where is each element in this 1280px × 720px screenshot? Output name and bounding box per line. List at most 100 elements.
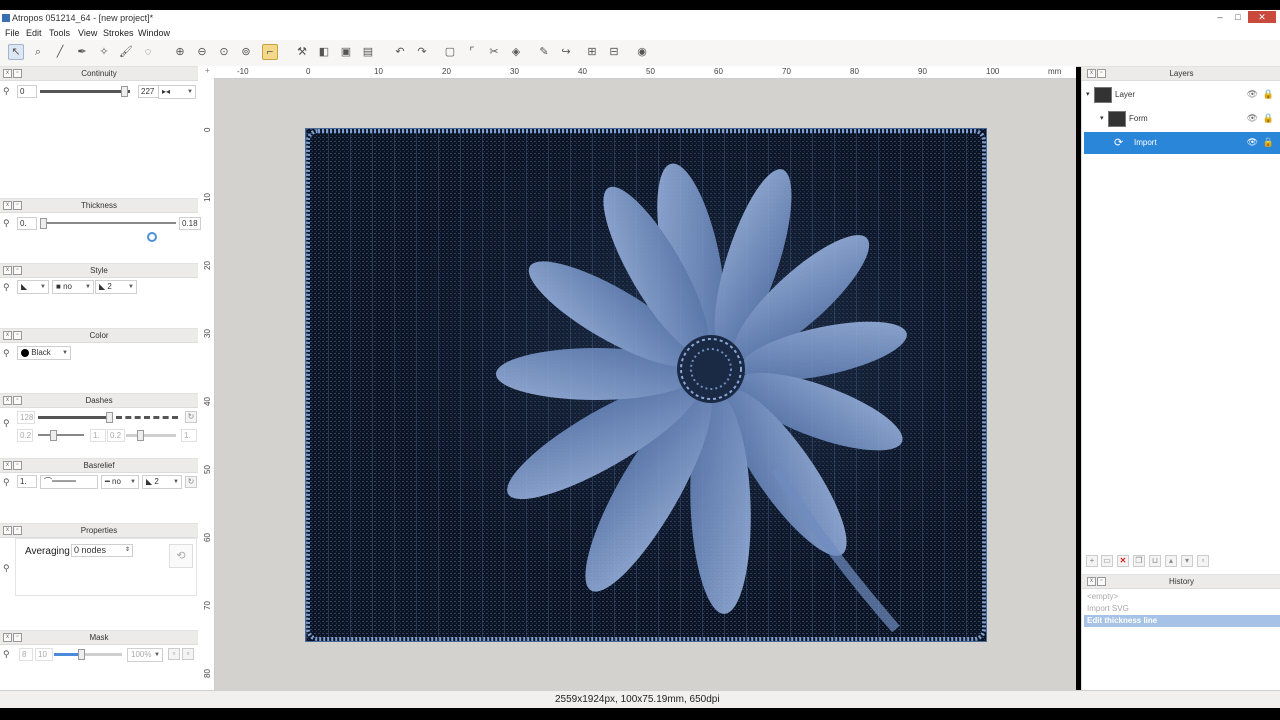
line-icon[interactable]: ╱ (52, 44, 68, 60)
layer-row-import[interactable]: ⟳ Import 👁 🔒 (1084, 132, 1280, 154)
zoom-out-icon[interactable]: ⊖ (194, 44, 210, 60)
stamp-icon[interactable]: ⚒ (294, 44, 310, 60)
lock-icon[interactable]: 🔒 (1263, 113, 1274, 124)
dashes-slider-1[interactable] (38, 434, 84, 436)
menu-window[interactable]: Window (138, 28, 170, 38)
globe-icon[interactable]: ◉ (634, 44, 650, 60)
duplicate-layer-icon[interactable]: ❐ (1133, 555, 1145, 567)
new-layer-icon[interactable]: + (1086, 555, 1098, 567)
eye-icon[interactable]: 👁 (1247, 89, 1258, 100)
dashes-v1-field[interactable]: 0.2 (17, 429, 33, 442)
history-item[interactable]: Import SVG (1084, 603, 1280, 615)
continuity-knob[interactable] (121, 86, 128, 97)
pencil-edit-icon[interactable]: ✎ (536, 44, 552, 60)
reset-icon[interactable]: ↻ (185, 411, 197, 423)
menu-tools[interactable]: Tools (49, 28, 70, 38)
thickness-min-field[interactable]: 0. (17, 217, 37, 230)
dashes-v4-field[interactable]: 1. (181, 429, 197, 442)
lasso-icon[interactable]: ◌ (140, 44, 156, 60)
pin-icon[interactable]: ⚲ (3, 563, 11, 573)
expand-arrow-icon[interactable]: ▾ (1100, 114, 1104, 122)
pen-icon[interactable]: ✒ (74, 44, 90, 60)
corner-icon[interactable]: ⌜ (464, 44, 480, 60)
style-cap-dropdown[interactable]: ■ no ▼ (52, 280, 94, 294)
eye-icon[interactable]: 👁 (1247, 113, 1258, 124)
close-button[interactable]: ✕ (1248, 11, 1276, 23)
arrow-icon[interactable]: ↪ (558, 44, 574, 60)
eraser-icon[interactable]: ◈ (508, 44, 524, 60)
averaging-spinbox[interactable]: 0 nodes ⇕ (71, 544, 133, 557)
grid-b-icon[interactable]: ⊟ (606, 44, 622, 60)
dashes-knob[interactable] (106, 412, 113, 423)
menu-edit[interactable]: Edit (26, 28, 42, 38)
mask-knob[interactable] (78, 649, 85, 660)
dashes-knob-2[interactable] (137, 430, 144, 441)
redo-icon[interactable]: ↷ (414, 44, 430, 60)
mask-v1-field[interactable]: 8 (19, 648, 33, 661)
expand-arrow-icon[interactable]: ▾ (1086, 90, 1090, 98)
pin-icon[interactable]: ⚲ (3, 218, 11, 228)
maximize-button[interactable]: □ (1230, 11, 1246, 23)
layer-row-layer[interactable]: ▾ Layer 👁 🔒 (1084, 84, 1280, 106)
pin-icon[interactable]: ⚲ (3, 477, 11, 487)
magnifier-icon[interactable]: ⌕ (30, 44, 46, 60)
menu-view[interactable]: View (78, 28, 97, 38)
continuity-slider[interactable] (40, 90, 130, 93)
history-item[interactable]: <empty> (1084, 591, 1280, 603)
zoom-in-icon[interactable]: ⊕ (172, 44, 188, 60)
scissors-icon[interactable]: ✂ (486, 44, 502, 60)
continuity-max-field[interactable]: 227 (138, 85, 160, 98)
continuity-mode-dropdown[interactable]: ▸◂ ▼ (158, 85, 196, 99)
dashes-knob-1[interactable] (50, 430, 57, 441)
dashes-v2-field[interactable]: 1. (90, 429, 106, 442)
history-item[interactable]: Edit thickness line (1084, 615, 1280, 627)
mask-option-2-icon[interactable]: ▫ (182, 648, 194, 660)
save-icon[interactable]: ▣ (338, 44, 354, 60)
bracket-tool-icon[interactable]: ⌐ (262, 44, 278, 60)
save-as-icon[interactable]: ▤ (360, 44, 376, 60)
move-down-icon[interactable]: ▾ (1181, 555, 1193, 567)
thickness-knob[interactable] (40, 218, 47, 229)
lock-icon[interactable]: 🔒 (1263, 137, 1274, 148)
pin-icon[interactable]: ⚲ (3, 348, 11, 358)
undo-icon[interactable]: ↶ (392, 44, 408, 60)
pointer-icon[interactable]: ↖ (8, 44, 24, 60)
thickness-slider[interactable] (40, 222, 176, 224)
dashes-slider-2[interactable] (126, 434, 176, 437)
mask-slider[interactable] (82, 653, 122, 656)
bucket-icon[interactable]: ◧ (316, 44, 332, 60)
pin-icon[interactable]: ⚲ (3, 282, 11, 292)
style-end-dropdown[interactable]: ◣ ▼ (17, 280, 49, 294)
baserelief-profile-dropdown[interactable]: ⌒━━━ (40, 475, 98, 489)
baserelief-join-dropdown[interactable]: ◣ 2 ▼ (142, 475, 182, 489)
layer-extra-icon[interactable]: ▫ (1197, 555, 1209, 567)
move-up-icon[interactable]: ▴ (1165, 555, 1177, 567)
thickness-max-field[interactable]: 0.18 (179, 217, 201, 230)
mask-percent-dropdown[interactable]: 100% ▼ (127, 648, 163, 662)
dashes-v3-field[interactable]: 0.2 (107, 429, 125, 442)
lock-icon[interactable]: 🔒 (1263, 89, 1274, 100)
pin-icon[interactable]: ⚲ (3, 418, 11, 428)
delete-layer-icon[interactable]: ✕ (1117, 555, 1129, 567)
zoom-fit-icon[interactable]: ⊙ (216, 44, 232, 60)
pin-icon[interactable]: ⚲ (3, 649, 11, 659)
wand-icon[interactable]: ✧ (96, 44, 112, 60)
eye-icon[interactable]: 👁 (1247, 137, 1258, 148)
layer-row-form[interactable]: ▾ Form 👁 🔒 (1084, 108, 1280, 130)
apply-icon[interactable]: ⟲ (169, 544, 193, 568)
baserelief-mode-dropdown[interactable]: ━ no ▼ (101, 475, 139, 489)
color-dropdown[interactable]: Black ▼ (17, 346, 71, 360)
brush-icon[interactable]: 🖌 (118, 44, 134, 60)
style-join-dropdown[interactable]: ◣ 2 ▼ (95, 280, 137, 294)
zoom-actual-icon[interactable]: ⊚ (238, 44, 254, 60)
engraved-flower-image[interactable] (305, 128, 987, 642)
doc-icon[interactable]: ▢ (442, 44, 458, 60)
reset-icon[interactable]: ↻ (185, 476, 197, 488)
spin-arrows-icon[interactable]: ⇕ (125, 545, 130, 556)
menu-file[interactable]: File (5, 28, 20, 38)
menu-strokes[interactable]: Strokes (103, 28, 134, 38)
dashes-count-field[interactable]: 128 (17, 411, 35, 424)
continuity-min-field[interactable]: 0 (17, 85, 37, 98)
pin-icon[interactable]: ⚲ (3, 86, 11, 96)
grid-a-icon[interactable]: ⊞ (584, 44, 600, 60)
